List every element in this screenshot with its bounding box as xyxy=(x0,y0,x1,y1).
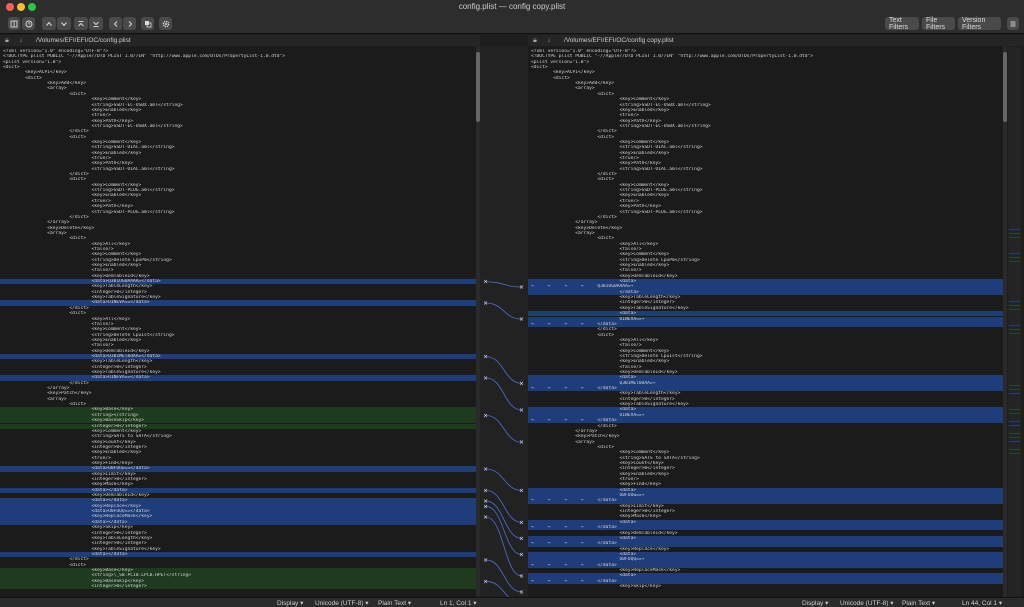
download-icon[interactable]: ↓ xyxy=(14,37,28,44)
minimap-change-marker xyxy=(1009,329,1020,330)
status-bar: Display ▾ Unicode (UTF-8) ▾ Plain Text ▾… xyxy=(0,597,1024,607)
discard-change-icon: × xyxy=(519,552,524,559)
download-icon[interactable]: ↓ xyxy=(542,37,556,44)
discard-change-icon: × xyxy=(483,557,488,564)
file-filters-button[interactable]: File Filters xyxy=(922,17,955,31)
minimap-change-marker xyxy=(1009,309,1020,310)
diff-connector xyxy=(485,516,523,577)
last-change-icon[interactable] xyxy=(89,17,103,30)
gear-icon[interactable] xyxy=(159,17,172,30)
discard-change-icon: × xyxy=(519,439,524,446)
discard-change-icon: × xyxy=(483,375,488,382)
minimap-change-marker xyxy=(1009,449,1020,450)
diff-gutter: ×××××××××××××××××××××××× xyxy=(480,47,528,607)
minimap-change-marker xyxy=(1009,257,1020,258)
minimap-change-marker xyxy=(1009,253,1020,254)
minimap-change-marker xyxy=(1009,413,1020,414)
discard-change-icon: × xyxy=(519,589,524,596)
diff-connector xyxy=(485,580,523,604)
minimap-change-marker xyxy=(1009,233,1020,234)
left-format-menu[interactable]: Plain Text ▾ xyxy=(378,599,411,607)
discard-change-icon: × xyxy=(483,412,488,419)
discard-change-icon: × xyxy=(483,487,488,494)
diff-connector xyxy=(485,415,523,443)
discard-change-icon: × xyxy=(483,514,488,521)
minimap-change-marker xyxy=(1009,425,1020,426)
diff-connector xyxy=(485,281,523,288)
discard-change-icon: × xyxy=(519,316,524,323)
book-icon[interactable] xyxy=(8,17,20,30)
right-file-path[interactable]: /Volumes/EFI/EFI/OC/config copy.plist xyxy=(564,37,674,44)
discard-change-icon: × xyxy=(519,284,524,291)
version-filters-button[interactable]: Version Filters xyxy=(958,17,1001,31)
minimap-change-marker xyxy=(1009,453,1020,454)
minimap-change-marker xyxy=(1009,441,1020,442)
arrow-down-icon[interactable] xyxy=(57,17,71,30)
discard-change-icon: × xyxy=(483,503,488,510)
left-path-bar: 🔒︎ ↓ /Volumes/EFI/EFI/OC/config.plist xyxy=(0,35,480,46)
left-encoding-menu[interactable]: Unicode (UTF-8) ▾ xyxy=(315,599,368,607)
discard-change-icon: × xyxy=(483,279,488,286)
chevron-left-icon[interactable] xyxy=(109,17,122,30)
minimap-change-marker xyxy=(1009,437,1020,438)
right-scroll-thumb[interactable] xyxy=(1003,52,1007,122)
diff-connector xyxy=(485,489,523,523)
left-display-menu[interactable]: Display ▾ xyxy=(277,599,303,607)
right-scrollbar[interactable] xyxy=(1003,47,1007,597)
discard-change-icon: × xyxy=(519,519,524,526)
right-editor-pane[interactable]: <?xml version="1.0" encoding="UTF-8"?> <!… xyxy=(528,47,1003,597)
minimap-change-marker xyxy=(1009,305,1020,306)
right-format-menu[interactable]: Plain Text ▾ xyxy=(902,599,935,607)
discard-change-icon: × xyxy=(519,380,524,387)
title-bar: config.plist — config copy.plist Text Fi… xyxy=(0,0,1024,34)
discard-change-icon: × xyxy=(483,578,488,585)
minimap-change-marker xyxy=(1009,325,1020,326)
left-editor-pane[interactable]: <?xml version="1.0" encoding="UTF-8"?> <!… xyxy=(0,47,476,597)
first-change-icon[interactable] xyxy=(74,17,88,30)
diff-connector xyxy=(485,302,523,320)
minimap-change-marker xyxy=(1009,409,1020,410)
copy-icon[interactable] xyxy=(141,17,154,30)
diff-minimap[interactable] xyxy=(1008,47,1021,597)
diff-connector xyxy=(485,468,523,491)
minimap-change-marker xyxy=(1009,261,1020,262)
lock-icon[interactable]: 🔒︎ xyxy=(528,37,542,45)
menu-icon[interactable] xyxy=(1007,17,1019,30)
discard-change-icon: × xyxy=(519,573,524,580)
discard-change-icon: × xyxy=(519,487,524,494)
window-title: config.plist — config copy.plist xyxy=(458,2,566,11)
minimap-change-marker xyxy=(1009,385,1020,386)
minimap-change-marker xyxy=(1009,333,1020,334)
text-filters-button[interactable]: Text Filters xyxy=(885,17,919,31)
code-line[interactable]: <integer>0</integer> xyxy=(0,584,476,590)
arrow-up-icon[interactable] xyxy=(42,17,56,30)
discard-change-icon: × xyxy=(519,536,524,543)
discard-change-icon: × xyxy=(483,300,488,307)
history-icon[interactable] xyxy=(22,17,35,30)
left-cursor-position[interactable]: Ln 1, Col 1 ▾ xyxy=(440,599,477,607)
diff-connector xyxy=(485,559,523,593)
right-encoding-menu[interactable]: Unicode (UTF-8) ▾ xyxy=(840,599,893,607)
discard-change-icon: × xyxy=(519,407,524,414)
right-cursor-position[interactable]: Ln 44, Col 1 ▾ xyxy=(962,599,1002,607)
discard-change-icon: × xyxy=(483,466,488,473)
code-line[interactable]: <key>Skip</key> xyxy=(528,584,1003,589)
left-file-path[interactable]: /Volumes/EFI/EFI/OC/config.plist xyxy=(36,37,131,44)
lock-icon[interactable]: 🔒︎ xyxy=(0,37,14,45)
right-path-bar: 🔒︎ ↓ /Volumes/EFI/EFI/OC/config copy.pli… xyxy=(528,35,1024,46)
right-display-menu[interactable]: Display ▾ xyxy=(802,599,828,607)
minimap-change-marker xyxy=(1009,229,1020,230)
minimap-change-marker xyxy=(1009,393,1020,394)
minimap-change-marker xyxy=(1009,389,1020,390)
diff-connectors: ×××××××××××××××××××××××× xyxy=(483,279,524,607)
discard-change-icon: × xyxy=(483,354,488,361)
window-title-row: config.plist — config copy.plist xyxy=(0,0,1024,14)
minimap-change-marker xyxy=(1009,433,1020,434)
minimap-change-marker xyxy=(1009,301,1020,302)
minimap-change-marker xyxy=(1009,237,1020,238)
minimap-change-marker xyxy=(1009,421,1020,422)
chevron-right-icon[interactable] xyxy=(123,17,136,30)
